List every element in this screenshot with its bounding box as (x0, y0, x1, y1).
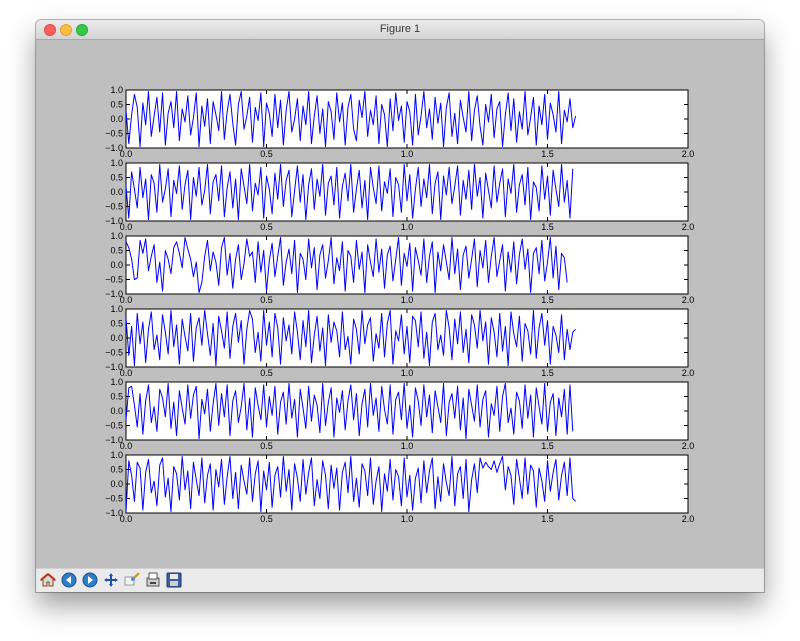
x-tick-label: 1.0 (401, 149, 414, 159)
configure-subplots-icon (146, 572, 160, 587)
back-icon (61, 572, 77, 588)
x-tick-label: 1.5 (541, 441, 554, 451)
y-tick-label: −1.0 (105, 435, 123, 445)
x-tick-label: 2.0 (682, 149, 695, 159)
y-tick-label: 1.0 (110, 304, 123, 314)
forward-button[interactable] (81, 571, 99, 589)
subplot-6: 0.0 0.5 1.0 1.5 2.0−1.0−0.50.00.51.0 (105, 450, 694, 524)
save-icon (166, 572, 182, 588)
zoom-icon (124, 572, 140, 586)
home-icon (40, 573, 56, 587)
x-tick-label: 1.5 (541, 222, 554, 232)
configure-subplots-button[interactable] (144, 571, 162, 589)
x-tick-label: 2.0 (682, 368, 695, 378)
window-title: Figure 1 (379, 23, 421, 35)
forward-icon (82, 572, 98, 588)
home-button[interactable] (39, 571, 57, 589)
y-tick-label: −0.5 (105, 421, 123, 431)
figure-canvas[interactable]: 0.0 0.5 1.0 1.5 2.0 −1.0 −0.5 0.0 0.5 1.0 0.0 0.5 1.… (36, 40, 764, 568)
y-tick-label: −1.0 (105, 508, 123, 518)
y-tick-label: −1.0 (105, 362, 123, 372)
y-tick-label: 1.0 (110, 158, 123, 168)
pan-button[interactable] (102, 571, 120, 589)
axes-frame (125, 308, 689, 368)
x-tick-label: 1.5 (541, 368, 554, 378)
x-tick-label: 1.0 (401, 368, 414, 378)
x-tick-label: 2.0 (682, 514, 695, 524)
x-tick-label: 2.0 (682, 295, 695, 305)
y-tick-label: 1.0 (110, 450, 123, 460)
y-tick-label: 0.5 (110, 100, 123, 110)
x-tick-label: 1.0 (401, 514, 414, 524)
title-bar: Figure 1 (36, 20, 764, 40)
x-tick-label: 1.0 (401, 441, 414, 451)
subplot-5: 0.0 0.5 1.0 1.5 2.0−1.0−0.50.00.51.0 (105, 377, 694, 451)
y-tick-label: −0.5 (105, 129, 123, 139)
y-tick-label: 0.5 (110, 319, 123, 329)
y-tick-label: 1.0 (110, 85, 123, 95)
y-tick-label: 0.0 (110, 406, 123, 416)
subplot-3: 0.0 0.5 1.0 1.5 2.0−1.0−0.50.00.51.0 (105, 231, 694, 305)
y-tick-label: −0.5 (105, 494, 123, 504)
y-tick-label: 1.0 (110, 231, 123, 241)
y-tick-label: −0.5 (105, 348, 123, 358)
x-tick-label: 1.0 (401, 222, 414, 232)
y-tick-label: −1.0 (105, 216, 123, 226)
y-tick-label: −1.0 (105, 143, 123, 153)
back-button[interactable] (60, 571, 78, 589)
x-tick-label: 0.5 (260, 222, 273, 232)
y-tick-label: 0.0 (110, 333, 123, 343)
figure-window: Figure 1 0.0 0.5 1.0 1.5 2.0 −1.0 −0.5 0.0 0.5 1.… (36, 20, 764, 592)
y-tick-label: 0.5 (110, 392, 123, 402)
y-tick-label: 0.0 (110, 260, 123, 270)
y-tick-label: −1.0 (105, 289, 123, 299)
y-tick-label: 0.0 (110, 479, 123, 489)
subplot-1: 0.0 0.5 1.0 1.5 2.0−1.0−0.50.00.51.0 (105, 85, 694, 159)
y-tick-label: 0.0 (110, 187, 123, 197)
x-tick-label: 0.5 (260, 149, 273, 159)
y-tick-label: 1.0 (110, 377, 123, 387)
y-tick-label: −0.5 (105, 202, 123, 212)
x-tick-label: 2.0 (682, 441, 695, 451)
x-tick-label: 0.5 (260, 514, 273, 524)
x-tick-label: 0.5 (260, 295, 273, 305)
x-tick-label: 1.5 (541, 514, 554, 524)
x-tick-label: 0.5 (260, 368, 273, 378)
navigation-toolbar (36, 568, 764, 592)
y-tick-label: 0.5 (110, 465, 123, 475)
y-tick-label: 0.5 (110, 173, 123, 183)
y-tick-label: −0.5 (105, 275, 123, 285)
subplot-figure: 0.0 0.5 1.0 1.5 2.0 −1.0 −0.5 0.0 0.5 1.0 0.0 0.5 1.… (105, 85, 694, 524)
x-tick-label: 1.5 (541, 295, 554, 305)
subplot-2: 0.0 0.5 1.0 1.5 2.0−1.0−0.50.00.51.0 (105, 158, 694, 232)
subplot-4: 0.0 0.5 1.0 1.5 2.0−1.0−0.50.00.51.0 (105, 304, 694, 378)
x-tick-label: 2.0 (682, 222, 695, 232)
x-tick-label: 1.5 (541, 149, 554, 159)
y-tick-label: 0.0 (110, 114, 123, 124)
x-tick-label: 0.5 (260, 441, 273, 451)
zoom-button[interactable] (123, 571, 141, 589)
pan-icon (104, 573, 118, 587)
save-button[interactable] (165, 571, 183, 589)
x-tick-label: 1.0 (401, 295, 414, 305)
y-tick-label: 0.5 (110, 246, 123, 256)
